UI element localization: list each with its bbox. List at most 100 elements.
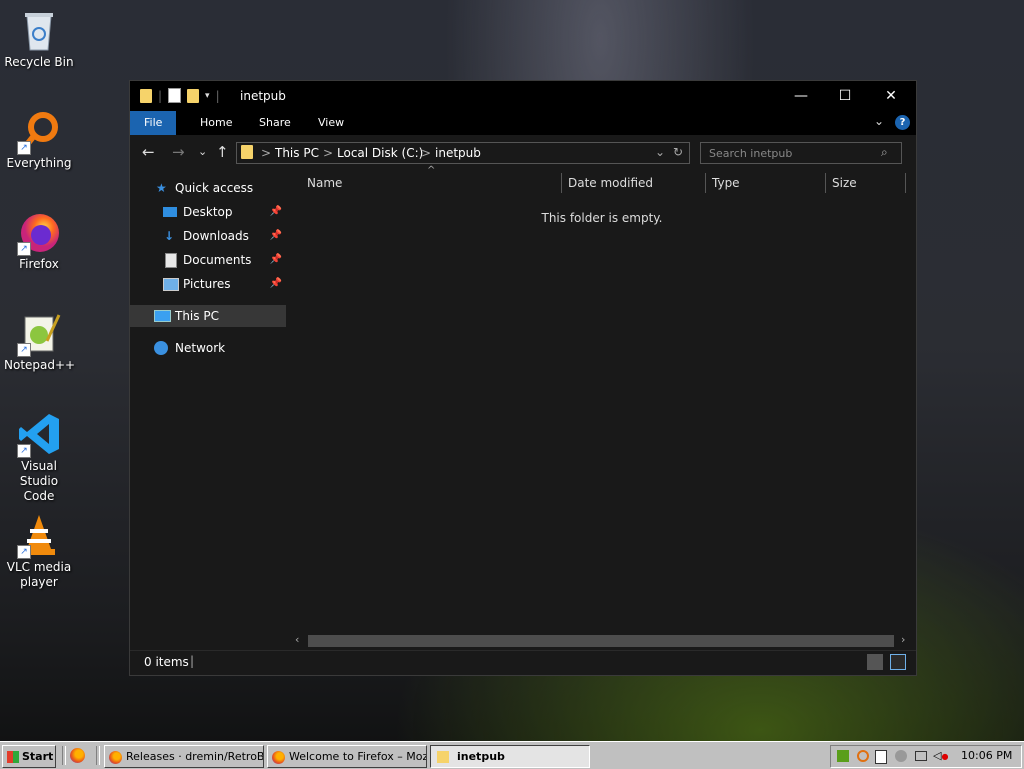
- taskbar-button-label: Releases · dremin/RetroB...: [126, 750, 264, 763]
- crumb-local-disk[interactable]: Local Disk (C:): [337, 146, 423, 160]
- status-bar: 0 items |: [130, 650, 916, 675]
- network-tray-icon[interactable]: [915, 751, 927, 761]
- picture-icon: [163, 278, 179, 291]
- desktop-icon-notepad-plus-plus[interactable]: ↗ Notepad++: [4, 311, 75, 373]
- search-icon[interactable]: ⌕: [881, 145, 888, 160]
- search-box[interactable]: ⌕: [700, 142, 902, 164]
- address-row: ← → ⌄ ↑ > This PC > Local Disk (C:) > in…: [130, 135, 916, 169]
- file-list[interactable]: ^ Name Date modified Type Size This fold…: [290, 165, 914, 649]
- pin-icon[interactable]: 📌: [270, 249, 282, 271]
- column-header-size[interactable]: Size: [832, 169, 857, 197]
- properties-icon[interactable]: [168, 88, 182, 103]
- settings-gear-icon[interactable]: [895, 750, 907, 762]
- file-explorer-window: | ▾ | inetpub — ☐ ✕ File Home Share View…: [129, 80, 917, 676]
- minimize-button[interactable]: —: [778, 81, 824, 111]
- tab-share[interactable]: Share: [245, 111, 305, 135]
- help-icon[interactable]: ?: [895, 115, 910, 130]
- column-divider[interactable]: [905, 173, 906, 193]
- firefox-icon: [272, 750, 285, 764]
- nav-quick-access[interactable]: ★ Quick access: [130, 177, 286, 199]
- up-button[interactable]: ↑: [216, 143, 229, 161]
- nav-downloads[interactable]: ↓ Downloads 📌: [130, 225, 286, 247]
- clock[interactable]: 10:06 PM: [961, 749, 1012, 762]
- tab-view[interactable]: View: [304, 111, 358, 135]
- folder-icon: [241, 145, 253, 159]
- details-view-button[interactable]: [867, 654, 883, 670]
- search-input[interactable]: [707, 145, 871, 161]
- close-button[interactable]: ✕: [868, 81, 914, 111]
- large-icons-view-button[interactable]: [890, 654, 906, 670]
- notepad-plus-plus-icon: ↗: [17, 311, 61, 357]
- recycle-bin-icon: [17, 8, 61, 52]
- column-header-name[interactable]: Name: [307, 169, 342, 197]
- back-button[interactable]: ←: [142, 143, 155, 161]
- firefox-icon: [109, 750, 122, 764]
- divider: |: [158, 88, 163, 103]
- tab-home[interactable]: Home: [186, 111, 246, 135]
- firefox-icon: ↗: [17, 210, 61, 256]
- column-header-date-modified[interactable]: Date modified: [568, 169, 653, 197]
- nav-label: Network: [175, 341, 226, 355]
- nav-label: Documents: [183, 253, 252, 267]
- nav-network[interactable]: Network: [130, 337, 286, 359]
- nav-documents[interactable]: Documents 📌: [130, 249, 286, 271]
- recent-locations-button[interactable]: ⌄: [198, 145, 207, 158]
- expand-ribbon-icon[interactable]: ⌄: [874, 114, 884, 128]
- column-header-type[interactable]: Type: [712, 169, 740, 197]
- volume-muted-icon[interactable]: ◁●: [933, 750, 948, 762]
- window-title: inetpub: [240, 89, 286, 103]
- security-shield-icon[interactable]: [875, 750, 887, 764]
- scroll-left-icon[interactable]: ‹: [295, 633, 299, 646]
- nav-label: Downloads: [183, 229, 249, 243]
- new-folder-icon[interactable]: [187, 88, 200, 103]
- nav-desktop[interactable]: Desktop 📌: [130, 201, 286, 223]
- taskbar-button-releases[interactable]: Releases · dremin/RetroB...: [104, 745, 264, 768]
- customize-qat-icon[interactable]: ▾: [205, 91, 210, 101]
- star-icon: ★: [156, 181, 167, 195]
- start-button[interactable]: Start: [2, 745, 56, 768]
- desktop-icon: [163, 207, 177, 217]
- shortcut-arrow-icon: ↗: [17, 343, 31, 357]
- forward-button[interactable]: →: [172, 143, 185, 161]
- column-divider[interactable]: [561, 173, 562, 193]
- nvidia-icon[interactable]: [837, 750, 849, 762]
- shortcut-arrow-icon: ↗: [17, 444, 31, 458]
- scroll-right-icon[interactable]: ›: [901, 633, 905, 646]
- navigation-pane: ★ Quick access Desktop 📌 ↓ Downloads 📌 D…: [130, 169, 288, 649]
- horizontal-scrollbar[interactable]: ‹ ›: [292, 633, 912, 649]
- title-bar[interactable]: | ▾ | inetpub — ☐ ✕: [130, 81, 916, 111]
- pin-icon[interactable]: 📌: [270, 273, 282, 295]
- crumb-separator: >: [421, 146, 432, 160]
- everything-tray-icon[interactable]: [857, 750, 869, 762]
- crumb-separator: >: [261, 146, 272, 160]
- desktop-icon-label: Everything: [6, 156, 72, 170]
- taskbar-button-welcome-firefox[interactable]: Welcome to Firefox – Mozi...: [267, 745, 427, 768]
- column-divider[interactable]: [705, 173, 706, 193]
- nav-pictures[interactable]: Pictures 📌: [130, 273, 286, 295]
- column-divider[interactable]: [825, 173, 826, 193]
- pin-icon[interactable]: 📌: [270, 225, 282, 247]
- pin-icon[interactable]: 📌: [270, 201, 282, 223]
- tab-file[interactable]: File: [130, 111, 177, 135]
- quick-launch-firefox-icon[interactable]: [70, 748, 85, 763]
- desktop-icon-label: Firefox: [19, 257, 59, 271]
- computer-icon: [154, 310, 171, 322]
- desktop-icon-recycle-bin[interactable]: Recycle Bin: [4, 8, 74, 70]
- crumb-this-pc[interactable]: This PC: [275, 146, 319, 160]
- windows-logo-icon: [7, 751, 19, 763]
- nav-this-pc[interactable]: This PC: [130, 305, 286, 327]
- refresh-icon[interactable]: ↻: [673, 145, 683, 159]
- maximize-button[interactable]: ☐: [822, 81, 868, 111]
- folder-icon: [437, 751, 449, 763]
- desktop-icon-vlc[interactable]: ↗ VLC media player: [4, 513, 74, 590]
- address-dropdown-icon[interactable]: ⌄: [655, 145, 665, 159]
- desktop-icon-everything[interactable]: ↗ Everything: [4, 109, 74, 171]
- desktop-icon-vscode[interactable]: ↗ Visual Studio Code: [4, 412, 74, 504]
- desktop-icon-firefox[interactable]: ↗ Firefox: [4, 210, 74, 272]
- divider: |: [215, 88, 220, 103]
- taskbar-button-inetpub[interactable]: inetpub: [430, 745, 590, 768]
- crumb-inetpub[interactable]: inetpub: [435, 146, 481, 160]
- shortcut-arrow-icon: ↗: [17, 545, 31, 559]
- address-bar[interactable]: > This PC > Local Disk (C:) > inetpub ⌄ …: [236, 142, 690, 164]
- scrollbar-thumb[interactable]: [308, 635, 894, 647]
